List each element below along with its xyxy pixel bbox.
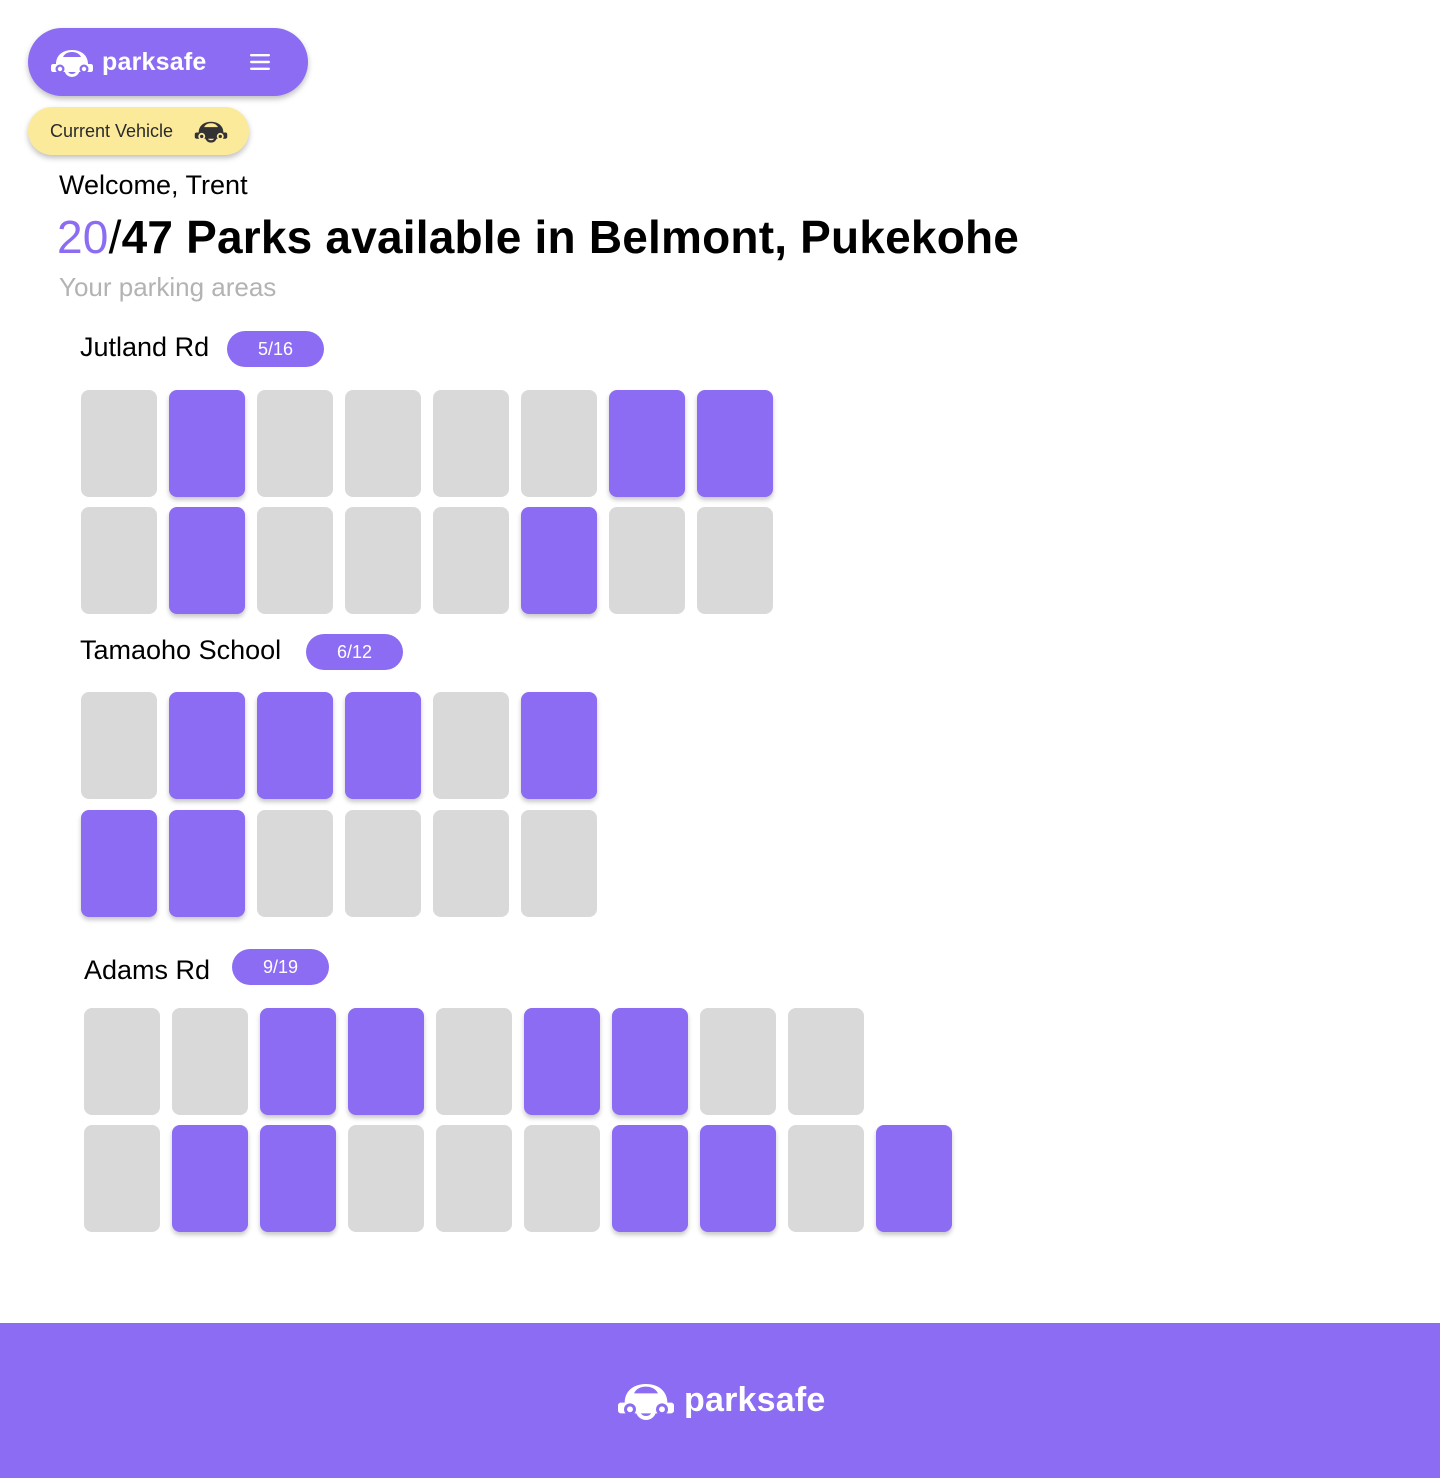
parking-spot-free[interactable] xyxy=(433,507,509,614)
current-vehicle-button[interactable]: Current Vehicle xyxy=(28,107,249,155)
welcome-text: Welcome, Trent xyxy=(59,170,248,200)
parking-spot-free[interactable] xyxy=(521,390,597,497)
summary-separator: / xyxy=(108,211,122,263)
parking-spot-taken[interactable] xyxy=(81,810,157,917)
parking-spot-taken[interactable] xyxy=(169,692,245,799)
parking-spot-free[interactable] xyxy=(433,810,509,917)
footer-logo: parksafe xyxy=(616,1376,825,1424)
parking-spot-free[interactable] xyxy=(257,810,333,917)
parking-spot-taken[interactable] xyxy=(697,390,773,497)
parking-spot-taken[interactable] xyxy=(257,692,333,799)
footer-brand-name: parksafe xyxy=(684,1380,826,1419)
car-smile-icon xyxy=(618,1384,674,1420)
parking-spot-taken[interactable] xyxy=(169,810,245,917)
parking-spot-taken[interactable] xyxy=(700,1125,776,1232)
parking-spot-free[interactable] xyxy=(345,507,421,614)
parking-spot-taken[interactable] xyxy=(169,390,245,497)
availability-badge-jutland-rd: 5/16 xyxy=(227,331,324,367)
hamburger-menu-icon xyxy=(250,54,270,70)
parking-spot-free[interactable] xyxy=(609,507,685,614)
parking-spot-taken[interactable] xyxy=(612,1125,688,1232)
parking-spot-free[interactable] xyxy=(81,390,157,497)
footer: parksafe xyxy=(0,1323,1440,1478)
parking-spot-free[interactable] xyxy=(345,390,421,497)
parking-spot-taken[interactable] xyxy=(172,1125,248,1232)
parking-spot-taken[interactable] xyxy=(521,507,597,614)
car-smile-icon xyxy=(51,50,93,77)
parking-spot-free[interactable] xyxy=(433,390,509,497)
availability-badge-tamaoho-school: 6/12 xyxy=(306,634,403,670)
menu-button[interactable] xyxy=(244,46,276,78)
parking-spot-free[interactable] xyxy=(81,692,157,799)
parking-spot-free[interactable] xyxy=(84,1125,160,1232)
parking-spot-taken[interactable] xyxy=(876,1125,952,1232)
parking-spot-free[interactable] xyxy=(524,1125,600,1232)
header-nav: parksafe xyxy=(28,28,308,96)
areas-heading: Your parking areas xyxy=(59,272,277,302)
parking-spot-free[interactable] xyxy=(257,390,333,497)
summary-text: 47 Parks available in Belmont, Pukekohe xyxy=(121,211,1020,263)
area-title-jutland-rd: Jutland Rd xyxy=(80,332,210,362)
area-title-tamaoho-school: Tamaoho School xyxy=(80,635,282,665)
parking-spot-taken[interactable] xyxy=(260,1125,336,1232)
parking-spot-taken[interactable] xyxy=(609,390,685,497)
parking-spot-taken[interactable] xyxy=(345,692,421,799)
brand-name: parksafe xyxy=(102,47,207,76)
parking-spot-free[interactable] xyxy=(433,692,509,799)
available-count: 20 xyxy=(57,211,109,263)
parking-spot-free[interactable] xyxy=(697,507,773,614)
parking-spot-free[interactable] xyxy=(436,1008,512,1115)
parking-spot-free[interactable] xyxy=(788,1125,864,1232)
parking-spot-free[interactable] xyxy=(700,1008,776,1115)
parking-spot-free[interactable] xyxy=(348,1125,424,1232)
parking-spot-taken[interactable] xyxy=(521,692,597,799)
availability-summary: 20/47 Parks available in Belmont, Pukeko… xyxy=(57,210,1019,264)
parking-spot-taken[interactable] xyxy=(612,1008,688,1115)
current-vehicle-label: Current Vehicle xyxy=(50,120,174,141)
parking-spot-free[interactable] xyxy=(345,810,421,917)
availability-badge-adams-rd: 9/19 xyxy=(232,949,329,985)
parking-spot-taken[interactable] xyxy=(169,507,245,614)
parking-spot-free[interactable] xyxy=(521,810,597,917)
parking-spot-free[interactable] xyxy=(84,1008,160,1115)
parking-spot-taken[interactable] xyxy=(348,1008,424,1115)
area-title-adams-rd: Adams Rd xyxy=(84,955,211,985)
parking-spot-free[interactable] xyxy=(172,1008,248,1115)
parking-spot-free[interactable] xyxy=(788,1008,864,1115)
parking-spot-free[interactable] xyxy=(257,507,333,614)
parking-spot-free[interactable] xyxy=(81,507,157,614)
car-icon xyxy=(194,121,228,143)
parking-spot-taken[interactable] xyxy=(260,1008,336,1115)
parking-spot-free[interactable] xyxy=(436,1125,512,1232)
parking-spot-taken[interactable] xyxy=(524,1008,600,1115)
